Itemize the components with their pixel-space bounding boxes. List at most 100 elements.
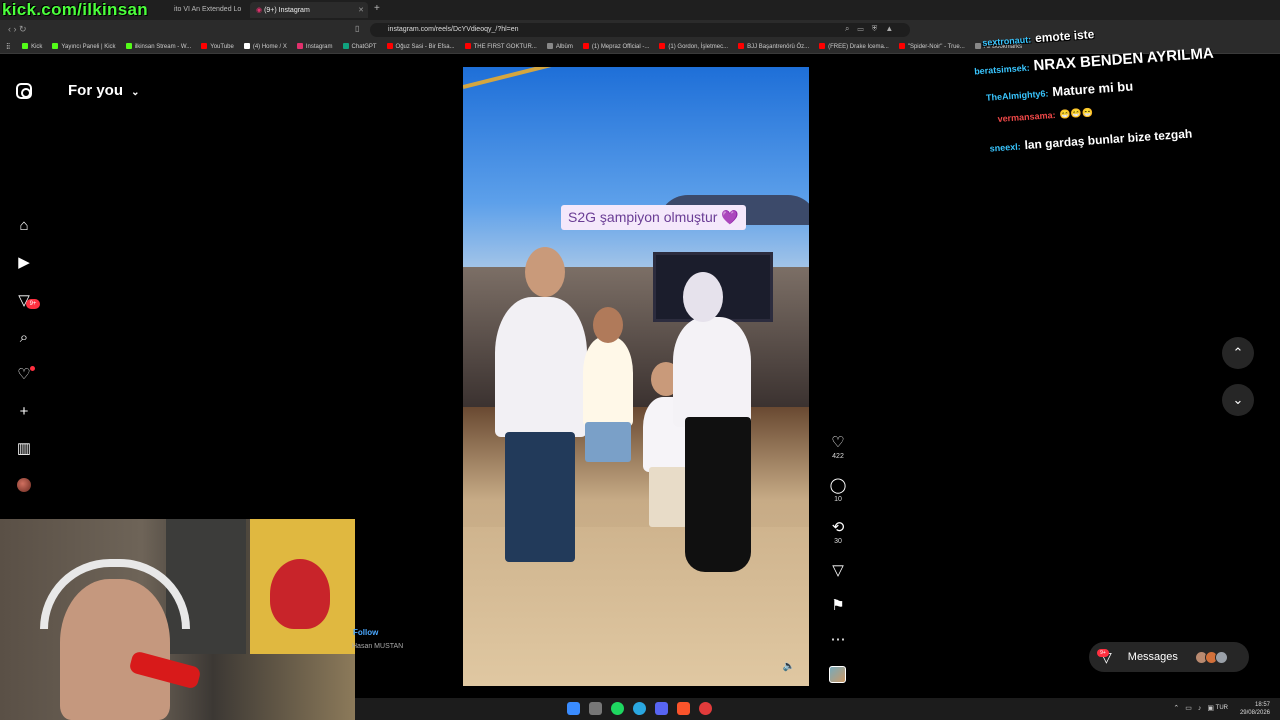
- mute-icon[interactable]: 🔈: [783, 661, 795, 672]
- like-action[interactable]: ♡ 422: [826, 433, 850, 460]
- feed-selector[interactable]: For you ⌄: [68, 82, 140, 99]
- chat-text: 😁😁😁: [1059, 107, 1094, 120]
- share-icon[interactable]: ▽: [826, 561, 850, 579]
- bookmark-favicon-icon: [582, 43, 589, 49]
- person-mother-head: [683, 272, 723, 322]
- bookmark-item[interactable]: (4) Home / X: [243, 43, 287, 50]
- chat-username: sextronaut:: [981, 34, 1032, 48]
- bookmark-item[interactable]: Kick: [22, 43, 42, 50]
- notification-dot: [30, 366, 35, 371]
- start-icon[interactable]: [567, 702, 580, 715]
- task-view-icon[interactable]: [589, 702, 602, 715]
- browser-tab-active[interactable]: ◉ (9+) Instagram ✕: [250, 2, 368, 18]
- previous-reel-button[interactable]: ⌃: [1222, 337, 1254, 369]
- bookmark-favicon-icon: [125, 43, 132, 49]
- chat-message: beratsimsek: NRAX BENDEN AYRILMA: [974, 44, 1215, 79]
- spotify-icon[interactable]: [611, 702, 624, 715]
- instagram-favicon: ◉: [256, 7, 265, 14]
- tab-label: ito VI An Extended Lo: [174, 6, 242, 13]
- bookmark-item[interactable]: Yayıncı Paneli | Kick: [52, 43, 116, 50]
- repost-icon[interactable]: ⟲: [826, 518, 850, 536]
- repost-action[interactable]: ⟲ 30: [826, 518, 850, 545]
- bookmark-item[interactable]: Instagram: [296, 43, 333, 50]
- more-action[interactable]: ⋯: [826, 630, 850, 648]
- chat-text: Mature mi bu: [1051, 78, 1134, 100]
- bookmark-item[interactable]: Albüm: [546, 43, 573, 50]
- date-text: 29/08/2026: [1239, 710, 1270, 716]
- bookmark-item[interactable]: ilkinsan Stream - W...: [125, 43, 191, 50]
- navigation-buttons[interactable]: ‹ › ↻: [8, 24, 27, 35]
- bookmark-favicon-icon: [342, 43, 349, 49]
- home-icon[interactable]: ⌂: [14, 215, 34, 235]
- crane-graphic: [463, 67, 648, 89]
- bookmark-item[interactable]: THE FIRST GOKTUR...: [464, 43, 537, 50]
- bookmark-label: YouTube: [210, 44, 234, 50]
- bookmark-label: (FREE) Drake Icema...: [828, 44, 889, 50]
- person-father: [495, 297, 587, 437]
- url-field[interactable]: instagram.com/reels/DcYVdieoqy_/?hl=en: [370, 23, 910, 37]
- bookmark-favicon-icon: [898, 43, 905, 49]
- next-reel-button[interactable]: ⌄: [1222, 384, 1254, 416]
- bookmark-favicon-icon: [819, 43, 826, 49]
- url-text: instagram.com/reels/DcYVdieoqy_/?hl=en: [388, 26, 519, 33]
- browser-tab[interactable]: ito VI An Extended Lo: [168, 2, 248, 18]
- telegram-icon[interactable]: [633, 702, 646, 715]
- audio-thumbnail[interactable]: [829, 666, 846, 683]
- address-bar-icons[interactable]: ⌕▭⛨▲: [845, 24, 901, 34]
- chat-text: NRAX BENDEN AYRILMA: [1032, 44, 1215, 75]
- bookmark-label: Oğuz Sasi - Bir Efsa...: [395, 44, 455, 50]
- author-name[interactable]: Hasan MUSTAN: [352, 643, 403, 650]
- bookmark-item[interactable]: YouTube: [201, 43, 234, 50]
- repost-count: 30: [834, 538, 842, 545]
- bookmark-item[interactable]: BJJ Başantrenörü Öz...: [738, 43, 809, 50]
- wall-poster: [166, 519, 246, 654]
- obs-icon[interactable]: [699, 702, 712, 715]
- bookmark-label: Instagram: [305, 44, 333, 50]
- bookmark-item[interactable]: (1) Mepraz Official -...: [582, 43, 649, 50]
- comment-icon[interactable]: ◯: [826, 476, 850, 494]
- reel-video[interactable]: S2G şampiyon olmuştur 💜 🔈: [463, 67, 809, 686]
- bookmark-label: ChatGPT: [351, 44, 377, 50]
- close-tab-icon[interactable]: ✕: [358, 6, 364, 14]
- clock[interactable]: TUR 18:57 29/08/2026: [1216, 701, 1270, 717]
- reels-icon[interactable]: ▶: [14, 252, 34, 272]
- bookmark-favicon-icon: [546, 43, 553, 49]
- comment-count: 10: [834, 496, 842, 503]
- language-indicator[interactable]: TUR: [1216, 704, 1228, 712]
- bookmark-item[interactable]: (FREE) Drake Icema...: [819, 43, 889, 50]
- system-tray-icons[interactable]: ⌃▭♪▣: [1173, 704, 1220, 712]
- bookmark-item[interactable]: Oğuz Sasi - Bir Efsa...: [386, 43, 455, 50]
- dashboard-icon[interactable]: ▥: [14, 438, 34, 458]
- create-icon[interactable]: +: [14, 401, 34, 421]
- bookmark-page-icon[interactable]: ▯: [355, 24, 359, 33]
- new-tab-button[interactable]: +: [374, 3, 380, 14]
- bookmark-favicon-icon: [296, 43, 303, 49]
- chat-message: TheAlmighty6: Mature mi bu: [985, 78, 1134, 103]
- profile-avatar[interactable]: [17, 478, 31, 492]
- bookmark-label: THE FIRST GOKTUR...: [473, 44, 537, 50]
- chat-text: emote iste: [1034, 27, 1095, 46]
- messages-button[interactable]: ▽ 9+ Messages: [1089, 642, 1249, 672]
- chevron-up-icon: ⌃: [1232, 345, 1244, 360]
- discord-icon[interactable]: [655, 702, 668, 715]
- bookmark-item[interactable]: (1) Gordon, İşletmec...: [659, 43, 728, 50]
- bookmark-item[interactable]: ChatGPT: [342, 43, 377, 50]
- bookmark-favicon-icon: [386, 43, 393, 49]
- bookmark-icon[interactable]: ⚑: [826, 596, 850, 614]
- more-icon[interactable]: ⋯: [826, 630, 850, 648]
- instagram-logo-icon[interactable]: [16, 83, 32, 99]
- message-avatars: [1194, 650, 1228, 664]
- bookmark-favicon-icon: [22, 43, 29, 49]
- apps-icon[interactable]: ⣿: [6, 44, 10, 50]
- brave-icon[interactable]: [677, 702, 690, 715]
- save-action[interactable]: ⚑: [826, 596, 850, 614]
- search-icon[interactable]: ⌕: [14, 327, 34, 347]
- heart-icon[interactable]: ♡: [826, 433, 850, 451]
- person-daughter: [583, 337, 633, 427]
- share-action[interactable]: ▽: [826, 561, 850, 579]
- follow-button[interactable]: Follow: [353, 628, 378, 637]
- bookmark-favicon-icon: [201, 43, 208, 49]
- comment-action[interactable]: ◯ 10: [826, 476, 850, 503]
- person-daughter-head: [593, 307, 623, 343]
- chevron-down-icon: ⌄: [131, 87, 140, 98]
